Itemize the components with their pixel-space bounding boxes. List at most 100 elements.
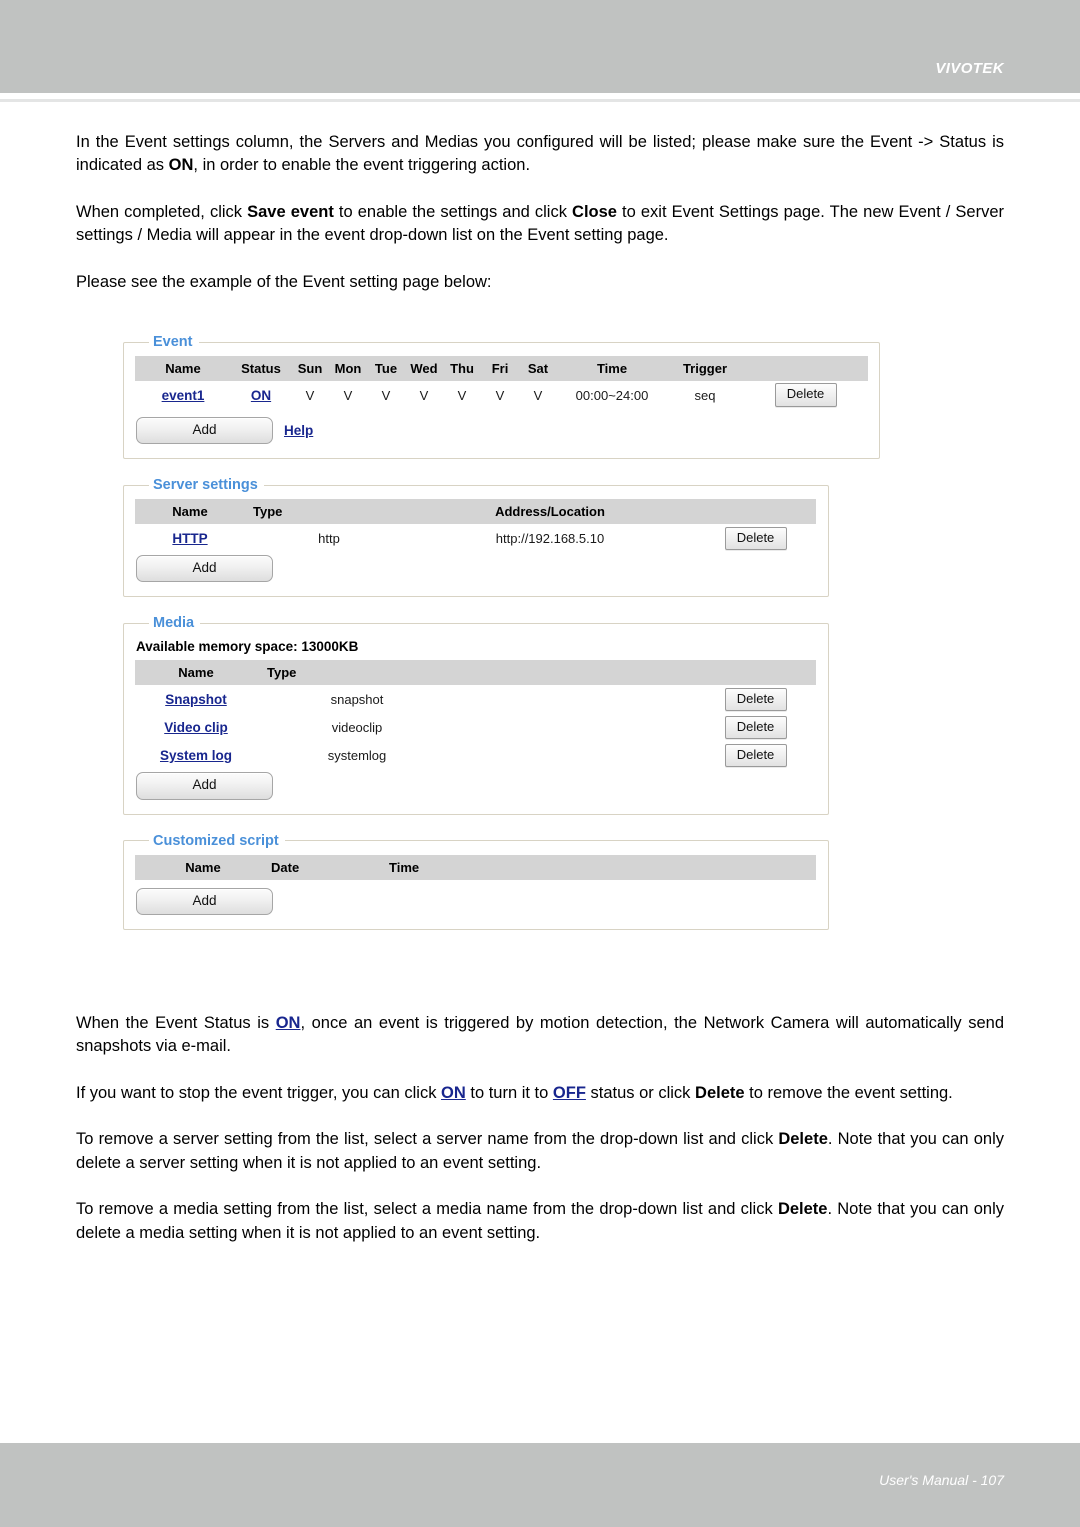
table-row: Video clip videoclip Delete: [135, 713, 816, 741]
media-row-actions-systemlog: Delete: [695, 741, 816, 769]
script-col-time: Time: [389, 854, 689, 880]
paragraph-event-status-on: When the Event Status is ON, once an eve…: [76, 1012, 1004, 1059]
media-row-name-cell-systemlog: System log: [135, 741, 257, 769]
media-name-link-systemlog[interactable]: System log: [160, 748, 232, 763]
paragraph-remove-media-setting: To remove a media setting from the list,…: [76, 1198, 1004, 1245]
p4-link-on[interactable]: ON: [276, 1014, 301, 1032]
server-delete-button[interactable]: Delete: [724, 526, 787, 550]
p6-text-a: To remove a server setting from the list…: [76, 1130, 779, 1149]
media-row-type-snapshot: snapshot: [330, 691, 384, 707]
p2-bold-save-event: Save event: [247, 202, 334, 221]
event-col-actions: [743, 356, 868, 381]
media-table-header-row: Name Type: [135, 660, 816, 686]
p5-text-d: to remove the event setting.: [744, 1083, 953, 1102]
media-name-link-snapshot[interactable]: Snapshot: [165, 692, 227, 707]
event-row-mon: V: [343, 387, 353, 403]
p5-text-c: status or click: [585, 1083, 696, 1102]
table-row: HTTP http http://192.168.5.10 Delete: [135, 524, 816, 552]
event-col-status: Status: [231, 356, 291, 381]
event-row-sat: V: [533, 387, 543, 403]
media-row-spacer-systemlog: [447, 741, 695, 769]
event-row-status-cell: ON: [231, 381, 291, 409]
paragraph-remove-server-setting: To remove a server setting from the list…: [76, 1128, 1004, 1175]
panel-media: Media Available memory space: 13000KB Na…: [123, 615, 829, 815]
media-table: Name Type Snapshot snapshot Delete Video…: [135, 660, 816, 769]
event-row-wed: V: [419, 387, 429, 403]
p2-text-a: When completed, click: [76, 202, 248, 221]
media-delete-button-systemlog[interactable]: Delete: [724, 743, 787, 767]
event-row-actions: Delete: [743, 381, 868, 409]
server-col-name: Name: [135, 499, 245, 525]
event-table-header-row: Name Status Sun Mon Tue Wed Thu Fri Sat …: [135, 356, 868, 381]
media-row-actions-videoclip: Delete: [695, 713, 816, 741]
event-col-fri: Fri: [481, 356, 519, 381]
server-row-actions: Delete: [695, 524, 816, 552]
media-row-type-videoclip: videoclip: [331, 719, 383, 735]
media-add-button[interactable]: Add: [136, 772, 273, 800]
media-row-name-cell-snapshot: Snapshot: [135, 685, 257, 713]
event-delete-button[interactable]: Delete: [774, 383, 837, 407]
event-help-link[interactable]: Help: [284, 423, 313, 438]
server-add-button[interactable]: Add: [136, 555, 273, 583]
script-actions-row: Add: [136, 887, 817, 915]
paragraph-save-event: When completed, click Save event to enab…: [76, 201, 1004, 248]
event-row-time: 00:00~24:00: [575, 387, 649, 403]
media-delete-button-snapshot[interactable]: Delete: [724, 687, 787, 711]
event-col-sat: Sat: [519, 356, 557, 381]
p2-bold-close: Close: [572, 202, 617, 221]
footer-page-label: User's Manual - 107: [879, 1472, 1004, 1488]
event-status-link[interactable]: ON: [251, 388, 271, 403]
media-row-name-cell-videoclip: Video clip: [135, 713, 257, 741]
media-name-link-videoclip[interactable]: Video clip: [164, 720, 228, 735]
event-row-thu: V: [457, 387, 467, 403]
media-col-name: Name: [135, 660, 257, 686]
server-row-address: http://192.168.5.10: [495, 530, 605, 546]
header-divider-rule: [0, 99, 1080, 102]
media-col-spacer: [447, 660, 695, 686]
event-row-sun: V: [305, 387, 315, 403]
page-header-bar: VIVOTEK: [0, 0, 1080, 93]
paragraph-example-lead-in: Please see the example of the Event sett…: [76, 272, 492, 291]
p7-text-a: To remove a media setting from the list,…: [76, 1200, 778, 1219]
server-row-type: http: [318, 530, 340, 546]
server-row-name-cell: HTTP: [135, 524, 245, 552]
event-table: Name Status Sun Mon Tue Wed Thu Fri Sat …: [135, 356, 868, 409]
brand-logo-vivotek: VIVOTEK: [935, 60, 1004, 77]
panel-customized-script-legend: Customized script: [153, 832, 279, 849]
panel-event: Event Name Status Sun Mon Tue Wed Thu Fr…: [123, 334, 880, 460]
media-delete-button-videoclip[interactable]: Delete: [724, 715, 787, 739]
event-add-button[interactable]: Add: [136, 417, 273, 445]
server-table: Name Type Address/Location HTTP http htt…: [135, 499, 816, 552]
event-col-time: Time: [557, 356, 667, 381]
event-col-mon: Mon: [329, 356, 367, 381]
media-available-memory-label: Available memory space: 13000KB: [136, 639, 359, 655]
event-col-wed: Wed: [405, 356, 443, 381]
script-table-header-row: Name Date Time: [135, 854, 816, 880]
p5-text-a: If you want to stop the event trigger, y…: [76, 1083, 442, 1102]
table-row: Snapshot snapshot Delete: [135, 685, 816, 713]
server-name-link[interactable]: HTTP: [172, 531, 207, 546]
event-setting-screenshot: Event Name Status Sun Mon Tue Wed Thu Fr…: [123, 334, 880, 930]
script-col-name: Name: [135, 854, 271, 880]
media-col-type: Type: [257, 660, 447, 686]
script-table: Name Date Time: [135, 854, 816, 880]
table-row: System log systemlog Delete: [135, 741, 816, 769]
event-col-sun: Sun: [291, 356, 329, 381]
media-row-type-systemlog: systemlog: [327, 747, 387, 763]
event-col-name: Name: [135, 356, 231, 381]
panel-event-legend: Event: [153, 334, 193, 350]
server-col-type: Type: [245, 499, 405, 525]
event-col-trigger: Trigger: [667, 356, 743, 381]
p5-text-b: to turn it to: [465, 1083, 553, 1102]
script-add-button[interactable]: Add: [136, 887, 273, 915]
p5-link-off[interactable]: OFF: [553, 1084, 586, 1102]
panel-server-settings: Server settings Name Type Address/Locati…: [123, 477, 829, 598]
script-col-date: Date: [271, 854, 389, 880]
panel-server-settings-legend: Server settings: [153, 477, 258, 494]
p5-link-on[interactable]: ON: [441, 1084, 466, 1102]
panel-customized-script: Customized script Name Date Time Add: [123, 832, 829, 930]
event-row-fri: V: [495, 387, 505, 403]
server-col-address: Address/Location: [405, 499, 695, 525]
event-row-name-cell: event1: [135, 381, 231, 409]
event-name-link[interactable]: event1: [162, 388, 205, 403]
